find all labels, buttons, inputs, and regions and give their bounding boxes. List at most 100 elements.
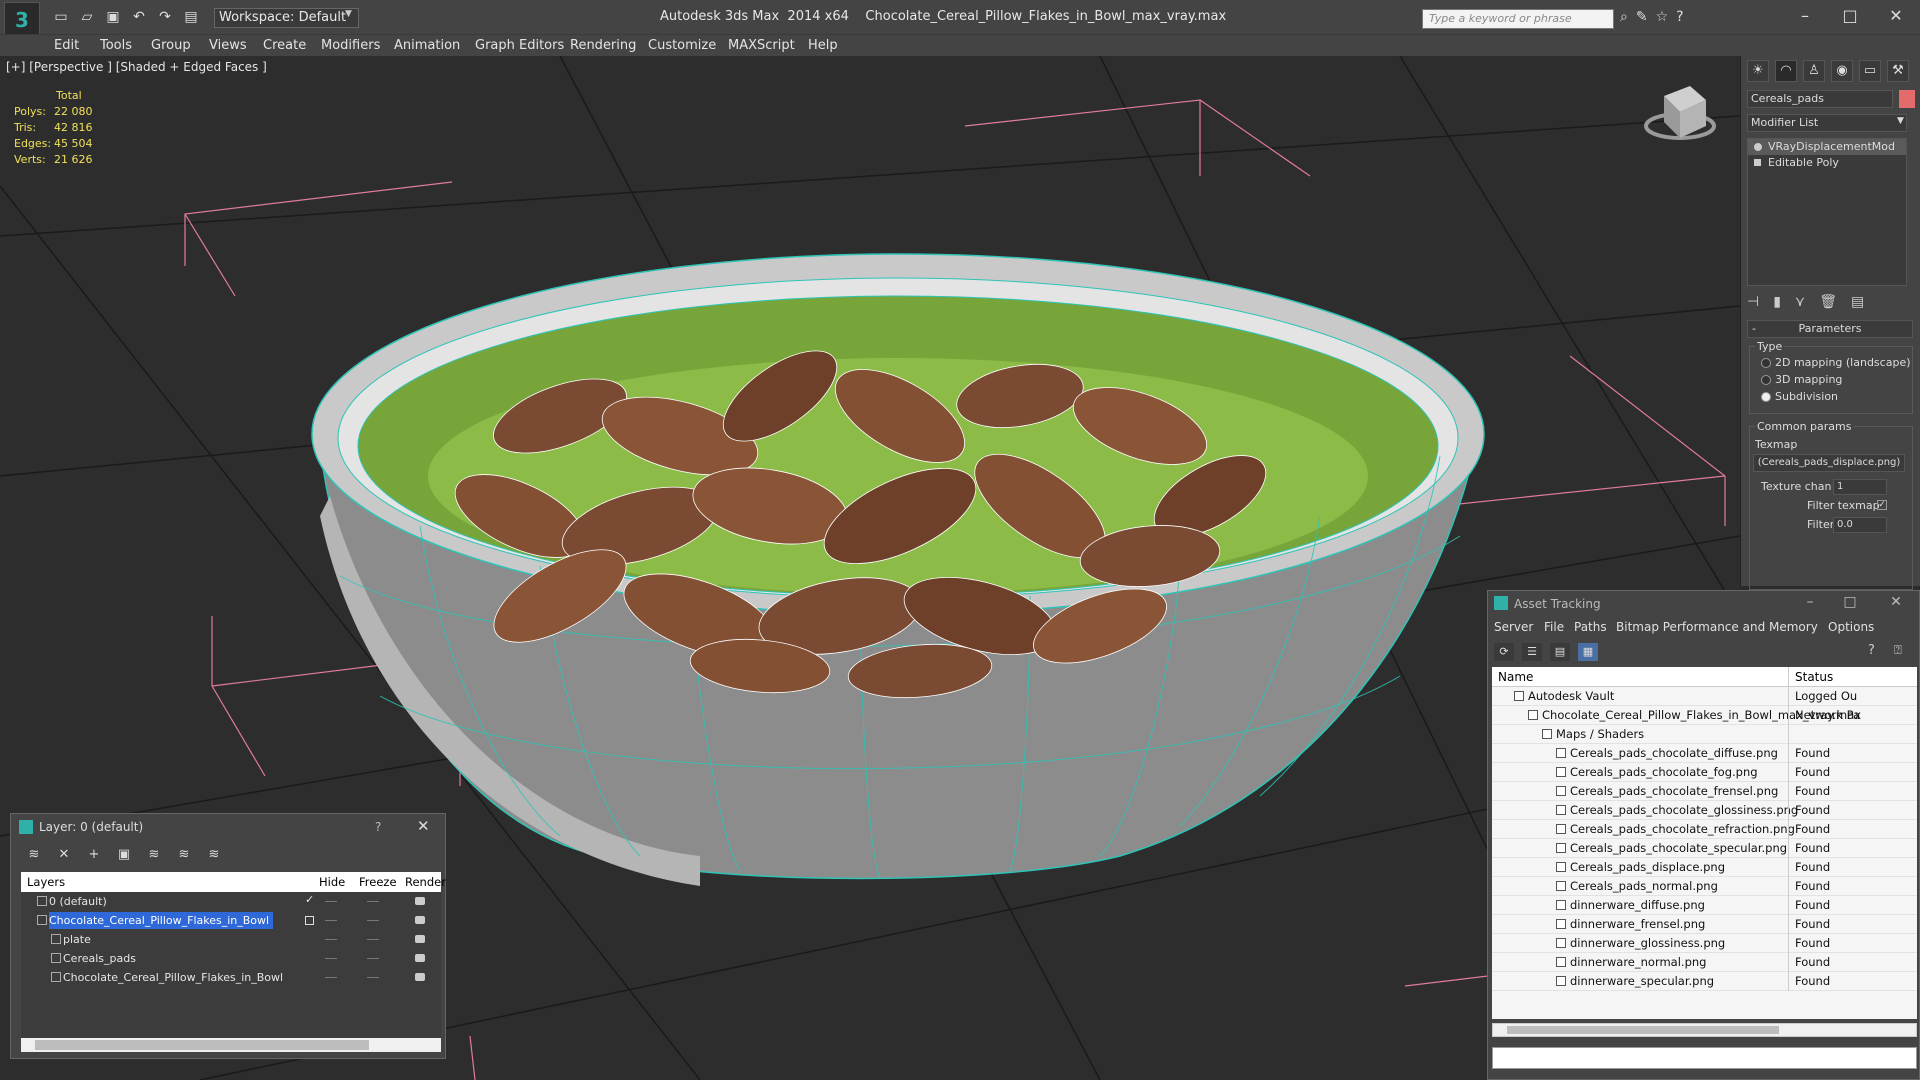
- communication-icon[interactable]: ✎: [1636, 9, 1648, 25]
- layer-row[interactable]: Cereals_pads: [21, 949, 441, 968]
- render-teapot-icon[interactable]: [415, 954, 425, 962]
- stack-item[interactable]: Editable Poly: [1748, 155, 1906, 171]
- layer-name[interactable]: 0 (default): [49, 893, 111, 910]
- maximize-icon[interactable]: □: [1840, 6, 1860, 25]
- workspace-dropdown[interactable]: Workspace: Default: [214, 8, 359, 28]
- new-file-icon[interactable]: ▭: [52, 8, 70, 26]
- layer-name[interactable]: plate: [63, 931, 95, 948]
- open-file-icon[interactable]: ▱: [78, 8, 96, 26]
- column-header-render[interactable]: Render: [405, 875, 446, 889]
- scrollbar-thumb[interactable]: [1507, 1026, 1779, 1034]
- asset-row[interactable]: dinnerware_frensel.png Found: [1492, 915, 1917, 934]
- freeze-toggle[interactable]: [367, 920, 379, 921]
- menu-rendering[interactable]: Rendering: [570, 38, 636, 53]
- asset-tracking-titlebar[interactable]: Asset Tracking – □ ✕: [1488, 591, 1919, 617]
- undo-icon[interactable]: ↶: [130, 8, 148, 26]
- close-icon[interactable]: ✕: [417, 817, 430, 835]
- freeze-toggle[interactable]: [367, 901, 379, 902]
- close-icon[interactable]: ✕: [1886, 594, 1906, 610]
- asset-menu-paths[interactable]: Paths: [1574, 620, 1607, 634]
- hide-toggle[interactable]: [325, 958, 337, 959]
- viewcube[interactable]: [1644, 86, 1716, 140]
- hide-toggle[interactable]: [325, 920, 337, 921]
- hide-toggle[interactable]: [325, 901, 337, 902]
- modify-tab-icon[interactable]: ◠: [1775, 60, 1797, 82]
- asset-row[interactable]: Cereals_pads_chocolate_refraction.png Fou…: [1492, 820, 1917, 839]
- display-tab-icon[interactable]: ▭: [1859, 60, 1881, 82]
- menu-customize[interactable]: Customize: [648, 38, 716, 53]
- hierarchy-tab-icon[interactable]: ♙: [1803, 60, 1825, 82]
- show-end-result-icon[interactable]: ▮: [1773, 294, 1781, 310]
- help-icon[interactable]: ?: [1868, 643, 1875, 658]
- layer-row[interactable]: plate: [21, 930, 441, 949]
- close-icon[interactable]: ✕: [1886, 6, 1906, 25]
- lightbulb-icon[interactable]: [1754, 143, 1762, 151]
- app-menu-button[interactable]: 3: [4, 2, 40, 38]
- object-color-swatch[interactable]: [1899, 90, 1915, 108]
- make-unique-icon[interactable]: ⋎: [1795, 294, 1805, 310]
- radio-2d-mapping[interactable]: 2D mapping (landscape): [1759, 356, 1911, 369]
- texture-chan-spinner[interactable]: 1: [1833, 479, 1887, 495]
- parameters-rollout[interactable]: - Parameters: [1747, 320, 1913, 338]
- help-icon[interactable]: ?: [1676, 9, 1683, 25]
- column-header-layers[interactable]: Layers: [27, 875, 65, 889]
- layer-name[interactable]: Chocolate_Cereal_Pillow_Flakes_in_Bowl: [63, 969, 287, 986]
- table-view-icon[interactable]: ▦: [1578, 643, 1598, 661]
- project-folder-icon[interactable]: ▤: [182, 8, 200, 26]
- pin-stack-icon[interactable]: ⊣: [1747, 294, 1759, 310]
- asset-row[interactable]: dinnerware_glossiness.png Found: [1492, 934, 1917, 953]
- save-file-icon[interactable]: ▣: [104, 8, 122, 26]
- asset-row[interactable]: Cereals_pads_chocolate_glossiness.png Fou…: [1492, 801, 1917, 820]
- layer-name[interactable]: Cereals_pads: [63, 950, 140, 967]
- expand-plus-icon[interactable]: [1754, 159, 1761, 166]
- select-objects-icon[interactable]: ▣: [115, 846, 133, 864]
- asset-row[interactable]: Cereals_pads_chocolate_specular.png Found: [1492, 839, 1917, 858]
- filter-texmap-checkbox[interactable]: ✓: [1877, 500, 1887, 510]
- hide-toggle[interactable]: [325, 939, 337, 940]
- tree-view-icon[interactable]: ▤: [1550, 643, 1570, 661]
- render-teapot-icon[interactable]: [415, 973, 425, 981]
- minimize-icon[interactable]: –: [1795, 6, 1815, 25]
- column-header-hide[interactable]: Hide: [319, 875, 345, 889]
- menu-edit[interactable]: Edit: [54, 38, 79, 53]
- menu-create[interactable]: Create: [263, 38, 306, 53]
- stack-item[interactable]: VRayDisplacementMod: [1748, 139, 1906, 155]
- asset-row[interactable]: dinnerware_diffuse.png Found: [1492, 896, 1917, 915]
- render-teapot-icon[interactable]: [415, 897, 425, 905]
- binoculars-icon[interactable]: ⌕: [1620, 9, 1628, 25]
- freeze-all-layers-icon[interactable]: ≋: [205, 846, 223, 864]
- hide-all-layers-icon[interactable]: ≋: [175, 846, 193, 864]
- menu-views[interactable]: Views: [209, 38, 247, 53]
- asset-row[interactable]: Autodesk Vault Logged Ou: [1492, 687, 1917, 706]
- favorites-star-icon[interactable]: ☆: [1656, 9, 1669, 25]
- asset-menu-bitmap-performance[interactable]: Bitmap Performance and Memory: [1616, 620, 1818, 634]
- create-layer-icon[interactable]: ≋: [25, 846, 43, 864]
- asset-row[interactable]: Cereals_pads_chocolate_diffuse.png Found: [1492, 744, 1917, 763]
- asset-row[interactable]: Cereals_pads_normal.png Found: [1492, 877, 1917, 896]
- delete-layer-icon[interactable]: ✕: [55, 846, 73, 864]
- texmap-button[interactable]: (Cereals_pads_displace.png): [1753, 454, 1905, 472]
- menu-maxscript[interactable]: MAXScript: [728, 38, 795, 53]
- maximize-icon[interactable]: □: [1840, 594, 1860, 610]
- filter-blur-spinner[interactable]: 0.0: [1833, 517, 1887, 533]
- column-header-name[interactable]: Name: [1498, 670, 1533, 684]
- object-name-field[interactable]: Cereals_pads: [1747, 90, 1893, 108]
- horizontal-scrollbar[interactable]: [21, 1038, 441, 1052]
- horizontal-scrollbar[interactable]: [1492, 1023, 1917, 1037]
- motion-tab-icon[interactable]: ◉: [1831, 60, 1853, 82]
- help-book-icon[interactable]: ⍰: [1894, 643, 1902, 658]
- asset-row[interactable]: Cereals_pads_chocolate_fog.png Found: [1492, 763, 1917, 782]
- refresh-icon[interactable]: ⟳: [1494, 643, 1514, 661]
- asset-row[interactable]: Cereals_pads_displace.png Found: [1492, 858, 1917, 877]
- active-layer-check-icon[interactable]: ✓: [305, 893, 314, 906]
- menu-help[interactable]: Help: [808, 38, 838, 53]
- menu-modifiers[interactable]: Modifiers: [321, 38, 380, 53]
- column-header-freeze[interactable]: Freeze: [359, 875, 397, 889]
- add-to-layer-icon[interactable]: +: [85, 846, 103, 864]
- layer-row[interactable]: Chocolate_Cereal_Pillow_Flakes_in_Bowl: [21, 968, 441, 987]
- render-teapot-icon[interactable]: [415, 935, 425, 943]
- asset-row[interactable]: Maps / Shaders: [1492, 725, 1917, 744]
- modifier-list-dropdown[interactable]: Modifier List: [1747, 114, 1907, 132]
- column-header-status[interactable]: Status: [1788, 667, 1833, 687]
- configure-sets-icon[interactable]: ▤: [1851, 294, 1864, 310]
